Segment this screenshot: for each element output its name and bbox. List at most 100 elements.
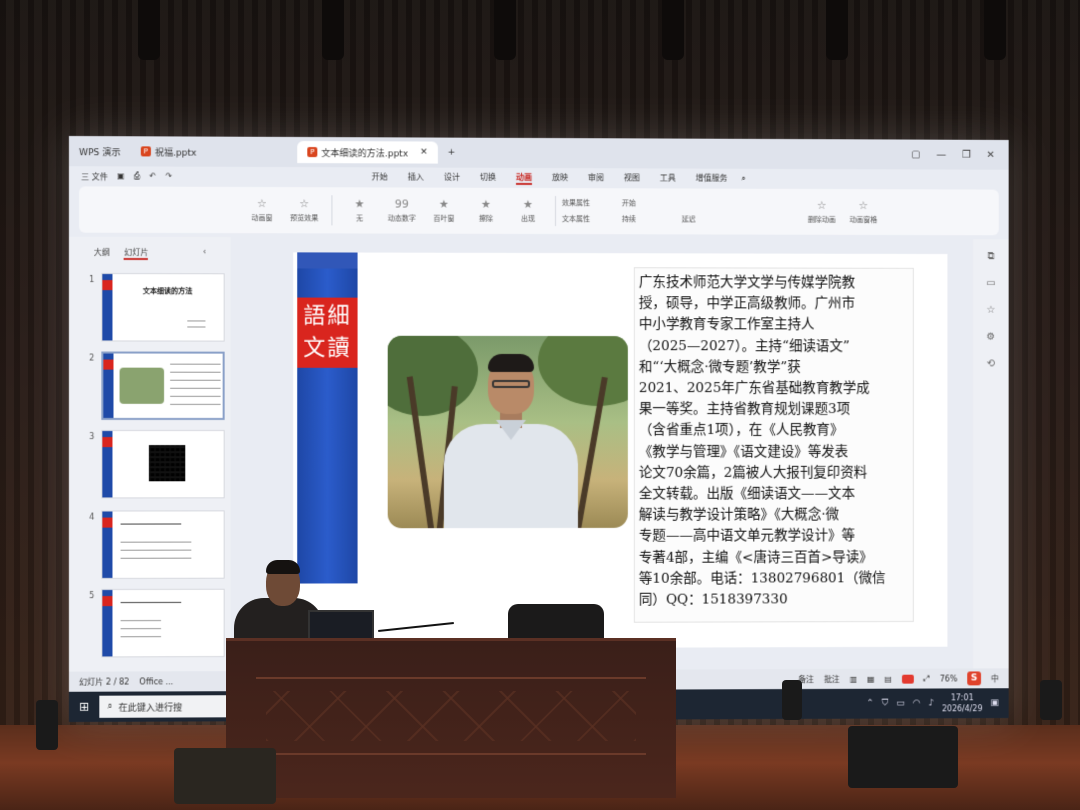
ribbon-label: 无 [356, 214, 364, 223]
tab-outline[interactable]: 大纲 [94, 247, 110, 260]
tab-slides[interactable]: 幻灯片 [124, 246, 149, 261]
slide-counter: 幻灯片 2 / 82 [79, 676, 130, 687]
timing-group: 开始 持续 [622, 198, 682, 224]
right-tool-panel: ⧉ ▭ ☆ ⚙ ⟲ [973, 239, 1009, 669]
office-theme[interactable]: Office ... [139, 677, 173, 686]
podium-trim [256, 677, 646, 679]
battery-icon[interactable]: ▭ [896, 699, 904, 709]
maximize-icon[interactable]: ❐ [962, 149, 971, 160]
bio-line: 同）QQ：1518397330 [638, 591, 788, 608]
star-icon[interactable]: ☆ [986, 305, 995, 316]
tab-file-2[interactable]: P 文本细读的方法.pptx ✕ [297, 140, 438, 164]
slide-thumb-2[interactable] [101, 351, 225, 420]
history-icon[interactable]: ⟲ [987, 358, 995, 369]
chevron-up-icon[interactable]: ⌃ [866, 699, 873, 709]
delete-animation-button[interactable]: ☆ 删除动画 [801, 199, 843, 225]
thumb-seal [102, 517, 113, 528]
delay-field[interactable]: 延迟 [682, 214, 742, 224]
clock-date: 2026/4/29 [941, 704, 983, 714]
animation-pane-button[interactable]: ☆ 动画窗 [241, 197, 283, 223]
comment-icon[interactable]: ▭ [986, 278, 995, 289]
thumb-line [170, 395, 221, 397]
animation-window-button[interactable]: ☆ 动画窗格 [843, 199, 885, 225]
search-icon[interactable]: ⌕ [741, 174, 745, 184]
thumb-line [170, 363, 221, 365]
chevron-left-icon[interactable]: ‹ [203, 247, 206, 260]
tab-wps-home[interactable]: WPS 演示 [69, 140, 131, 162]
thumb-seal [102, 437, 113, 448]
slide-thumb-4[interactable] [101, 510, 225, 579]
ceiling-light [494, 0, 516, 60]
minimize-icon[interactable]: — [936, 149, 946, 160]
effect-properties-button[interactable]: 效果属性 [562, 198, 622, 208]
wifi-icon[interactable]: ◠ [913, 699, 921, 709]
notification-icon[interactable]: ▣ [990, 698, 998, 708]
windows-start-icon[interactable]: ⊞ [69, 692, 99, 722]
file-menu-button[interactable]: 三 文件 [81, 171, 108, 182]
save-icon[interactable]: ▣ [117, 171, 125, 182]
ribbon-label: 动画窗格 [849, 215, 878, 225]
ribbon-divider [331, 195, 333, 226]
ime-lang[interactable]: 中 [991, 673, 999, 684]
bio-line: 等10余部。电话：13802796801（微信 [638, 570, 886, 587]
menu-item[interactable]: 审阅 [588, 172, 604, 185]
thumb-line [120, 541, 192, 543]
menu-item[interactable]: 设计 [444, 171, 460, 184]
thumb-photo [119, 367, 165, 404]
shield-icon[interactable]: ⛉ [882, 699, 889, 709]
preview-effect-button[interactable]: ☆ 预览效果 [283, 197, 325, 223]
menu-item[interactable]: 开始 [372, 171, 388, 184]
photo-foliage [538, 335, 628, 407]
sorter-view-icon[interactable]: ▦ [867, 674, 874, 683]
play-slideshow-icon[interactable] [901, 674, 914, 684]
effect-none[interactable]: ★ 无 [338, 197, 380, 223]
undo-icon[interactable]: ↶ [149, 171, 156, 182]
new-tab-button[interactable]: + [438, 142, 466, 164]
ime-logo-icon[interactable]: S [967, 671, 982, 686]
thumb-line [187, 320, 206, 322]
fit-icon[interactable]: ⤢ [924, 674, 930, 684]
menu-item[interactable]: 放映 [552, 172, 568, 185]
menu-item[interactable]: 增值服务 [696, 172, 728, 185]
thumb-line [170, 403, 221, 405]
volume-icon[interactable]: ♪ [928, 698, 934, 708]
effect-dynamic-number[interactable]: 99 动态数字 [381, 197, 423, 223]
menu-item[interactable]: 视图 [624, 172, 640, 185]
close-icon[interactable]: ✕ [420, 148, 428, 158]
print-icon[interactable]: ⎙ [134, 171, 140, 182]
reading-view-icon[interactable]: ▤ [884, 674, 891, 683]
photo-person-hair [487, 353, 535, 372]
menu-item[interactable]: 工具 [660, 172, 676, 185]
normal-view-icon[interactable]: ▥ [850, 674, 857, 683]
slide-thumb-1[interactable]: 文本细读的方法 [101, 273, 225, 342]
close-window-icon[interactable]: ✕ [987, 149, 995, 160]
duration-field[interactable]: 持续 [622, 214, 682, 224]
redo-icon[interactable]: ↷ [165, 171, 172, 182]
photo-person-glasses [491, 379, 531, 388]
menu-item[interactable]: 切换 [480, 171, 496, 184]
menu-item[interactable]: 动画 [515, 171, 533, 185]
number-icon: 99 [394, 197, 409, 211]
effect-blinds[interactable]: ★ 百叶窗 [423, 198, 465, 224]
menu-item[interactable]: 插入 [408, 171, 424, 184]
bio-textbox[interactable]: 广东技术师范大学文学与传媒学院教 授，硕导，中学正高级教师。广州市 中小学教育专家工… [633, 267, 914, 623]
bio-line: 果一等奖。主持省教育规划课题3项 [638, 401, 851, 418]
settings-icon[interactable]: ⚙ [986, 332, 995, 343]
taskbar-search[interactable]: ⌕ 在此键入进行搜 [99, 695, 231, 718]
layers-icon[interactable]: ⧉ [987, 251, 994, 262]
slide-thumb-3[interactable] [101, 430, 225, 499]
text-properties-button[interactable]: 文本属性 [562, 214, 622, 224]
thumb-line [170, 387, 221, 389]
start-dropdown[interactable]: 开始 [622, 198, 682, 208]
side-speaker [782, 680, 802, 720]
slide-thumb-5[interactable] [101, 588, 225, 658]
taskbar-clock[interactable]: 17:01 2026/4/29 [942, 692, 983, 714]
thumb-number: 2 [89, 353, 95, 363]
comments-button[interactable]: 批注 [824, 673, 840, 684]
tab-file-1[interactable]: P 祝福.pptx [131, 140, 207, 162]
star-icon: ☆ [858, 199, 869, 213]
restore-icon[interactable]: ▢ [911, 149, 920, 160]
stage-monitor-speaker [174, 748, 276, 804]
effect-appear[interactable]: ★ 出现 [507, 198, 549, 224]
effect-wipe[interactable]: ★ 擦除 [465, 198, 507, 224]
